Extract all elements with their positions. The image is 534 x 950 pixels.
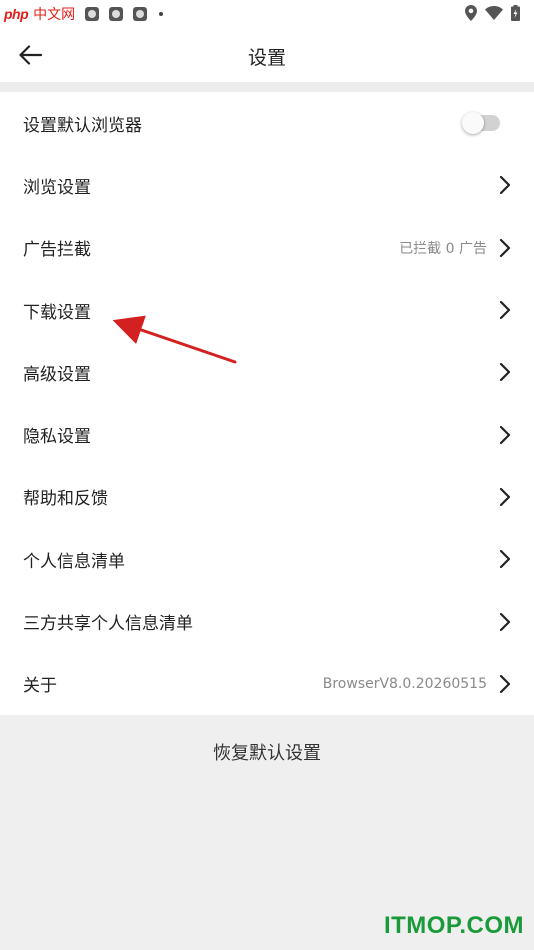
site-watermark: ITMOP.COM — [383, 912, 524, 939]
setting-row-advanced[interactable]: 高级设置 — [0, 341, 534, 403]
chevron-right-icon — [499, 550, 511, 569]
app-bar: 设置 — [0, 28, 534, 82]
setting-label: 个人信息清单 — [23, 551, 125, 572]
app-notification-icon — [109, 7, 124, 21]
settings-list: 设置默认浏览器 浏览设置 广告拦截 已拦截 0 广告 下载设置 高级设置 隐私设… — [0, 92, 534, 715]
setting-label: 浏览设置 — [23, 177, 91, 198]
page-title: 设置 — [247, 47, 286, 69]
setting-label: 帮助和反馈 — [23, 489, 108, 510]
setting-label: 下载设置 — [23, 302, 91, 323]
setting-label: 关于 — [23, 676, 57, 697]
battery-icon — [511, 5, 520, 21]
php-logo-chinese: 中文网 — [33, 7, 76, 23]
chevron-right-icon — [499, 487, 511, 507]
chevron-right-icon — [499, 176, 511, 195]
status-bar-right — [465, 5, 520, 21]
setting-row-browse[interactable]: 浏览设置 — [0, 154, 534, 216]
chevron-right-icon — [499, 425, 511, 444]
chevron-right-icon — [499, 238, 511, 257]
app-notification-icon — [133, 7, 148, 21]
more-notifications-dot-icon — [159, 12, 164, 16]
chevron-right-icon — [499, 363, 511, 382]
setting-row-personal-info-list[interactable]: 个人信息清单 — [0, 528, 534, 590]
setting-row-about[interactable]: 关于 BrowserV8.0.20260515 — [0, 653, 534, 715]
default-browser-toggle[interactable] — [462, 112, 500, 135]
restore-defaults-button[interactable]: 恢复默认设置 — [0, 718, 534, 786]
setting-row-third-party-sharing[interactable]: 三方共享个人信息清单 — [0, 590, 534, 652]
setting-row-default-browser[interactable]: 设置默认浏览器 — [0, 92, 534, 154]
toggle-knob — [462, 112, 484, 135]
location-icon — [465, 5, 477, 21]
app-notification-icon — [85, 7, 100, 21]
version-text: BrowserV8.0.20260515 — [322, 675, 487, 692]
setting-label: 三方共享个人信息清单 — [23, 614, 193, 635]
chevron-right-icon — [499, 612, 511, 631]
status-bar-left: php 中文网 — [4, 4, 164, 24]
ad-block-count: 已拦截 0 广告 — [399, 240, 487, 257]
setting-label: 高级设置 — [23, 364, 91, 385]
chevron-right-icon — [499, 300, 511, 320]
setting-row-privacy[interactable]: 隐私设置 — [0, 403, 534, 465]
php-logo: php — [4, 6, 29, 22]
header-divider — [0, 82, 534, 92]
wifi-icon — [485, 6, 503, 20]
setting-row-download[interactable]: 下载设置 — [0, 279, 534, 341]
setting-row-ad-block[interactable]: 广告拦截 已拦截 0 广告 — [0, 217, 534, 279]
setting-label: 广告拦截 — [23, 240, 91, 261]
status-bar: php 中文网 — [0, 0, 534, 28]
chevron-right-icon — [499, 674, 511, 693]
setting-label: 隐私设置 — [23, 427, 91, 448]
setting-label: 设置默认浏览器 — [23, 115, 142, 136]
setting-row-help-feedback[interactable]: 帮助和反馈 — [0, 466, 534, 528]
